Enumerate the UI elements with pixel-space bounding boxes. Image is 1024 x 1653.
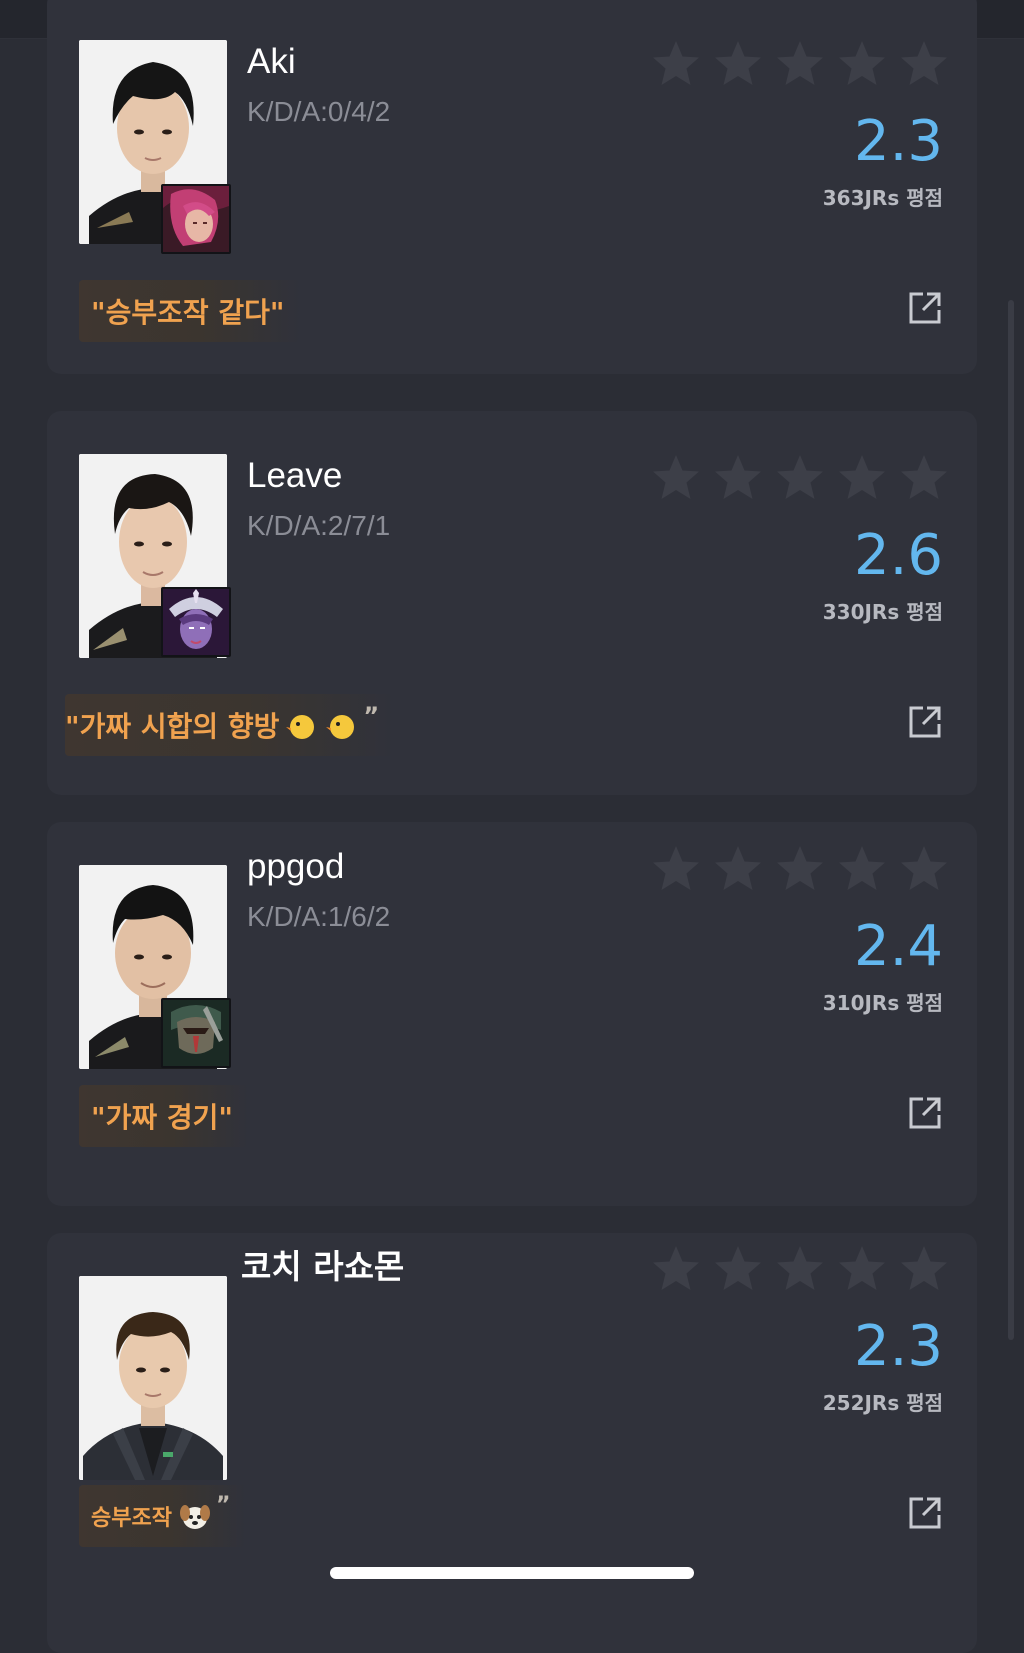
dog-emoji-icon [178,1499,212,1533]
star-icon[interactable] [774,452,826,502]
share-icon[interactable] [907,1495,943,1531]
top-comment-text: "가짜 경기" [91,1101,233,1134]
star-icon[interactable] [650,452,702,502]
star-icon[interactable] [898,843,950,893]
star-icon[interactable] [774,843,826,893]
star-icon[interactable] [712,843,764,893]
star-icon[interactable] [898,38,950,88]
quote-close-mark: ” [363,702,380,730]
review-count: 252JRs 평점 [822,1391,943,1415]
player-score: 2.3 [853,1314,943,1379]
quote-close-mark: ” [215,1493,231,1518]
star-icon[interactable] [712,1243,764,1293]
top-comment[interactable]: "가짜 경기" [79,1085,249,1147]
star-icon[interactable] [898,1243,950,1293]
review-count: 363JRs 평점 [822,186,943,210]
player-card-leave: Leave K/D/A:2/7/1 2.6 330JRs 평점 "가짜 시합의 … [47,411,977,795]
chick-emoji-icon [285,708,319,742]
star-icon[interactable] [774,38,826,88]
share-icon[interactable] [907,704,943,740]
share-icon[interactable] [907,1095,943,1131]
top-comment-text: "가짜 시합의 향방 [65,710,280,743]
star-icon[interactable] [650,843,702,893]
star-icon[interactable] [650,1243,702,1293]
top-comment-text: 승부조작 [91,1506,172,1531]
leblanc-icon [161,587,231,657]
player-name: 코치 라쇼몬 [241,1247,405,1286]
player-name: Aki [247,42,296,81]
review-count: 330JRs 평점 [822,600,943,624]
top-comment[interactable]: 승부조작 ” [79,1485,247,1547]
home-indicator[interactable] [330,1567,694,1579]
star-icon[interactable] [712,452,764,502]
player-card-coach: 코치 라쇼몬 2.3 252JRs 평점 승부조작 ” [47,1233,977,1653]
vayne-icon [161,184,231,254]
star-icon[interactable] [898,452,950,502]
scrollbar[interactable] [1008,300,1014,1340]
share-icon[interactable] [907,290,943,326]
player-card-aki: Aki K/D/A:0/4/2 2.3 363JRs 평점 "승부조작 같다" [47,0,977,374]
player-kda: K/D/A:1/6/2 [247,901,391,932]
rating-stars[interactable] [650,38,950,92]
star-icon[interactable] [836,452,888,502]
rating-stars[interactable] [650,843,950,897]
top-comment[interactable]: "승부조작 같다" [79,280,301,342]
top-comment[interactable]: "가짜 시합의 향방 ” [65,694,396,756]
star-icon[interactable] [712,38,764,88]
player-name: ppgod [247,847,345,886]
top-comment-text: "승부조작 같다" [91,296,285,329]
player-score: 2.4 [853,914,943,979]
player-photo [79,1276,227,1480]
star-icon[interactable] [836,38,888,88]
chick-emoji-icon [325,708,359,742]
player-score: 2.3 [853,109,943,174]
rating-stars[interactable] [650,1243,950,1297]
player-kda: K/D/A:0/4/2 [247,96,391,127]
review-count: 310JRs 평점 [822,991,943,1015]
player-card-ppgod: ppgod K/D/A:1/6/2 2.4 310JRs 평점 "가짜 경기" [47,822,977,1206]
pyke-icon [161,998,231,1068]
star-icon[interactable] [650,38,702,88]
player-kda: K/D/A:2/7/1 [247,510,391,541]
player-score: 2.6 [853,523,943,588]
player-name: Leave [247,456,343,495]
star-icon[interactable] [836,1243,888,1293]
star-icon[interactable] [836,843,888,893]
star-icon[interactable] [774,1243,826,1293]
rating-stars[interactable] [650,452,950,506]
